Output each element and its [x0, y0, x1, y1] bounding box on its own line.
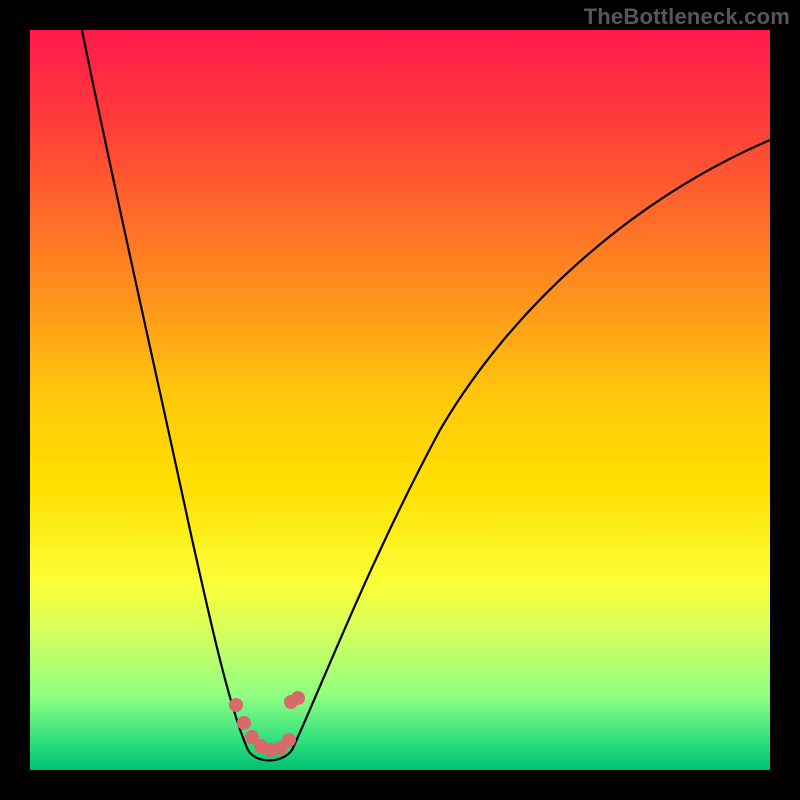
dot [229, 698, 243, 712]
watermark: TheBottleneck.com [584, 4, 790, 30]
curve-right-ascent [292, 140, 770, 750]
chart-frame [30, 30, 770, 770]
dot [237, 716, 251, 730]
curve-left-descent [82, 30, 248, 750]
dot [291, 691, 305, 705]
dot [282, 733, 296, 747]
bottleneck-chart [30, 30, 770, 770]
